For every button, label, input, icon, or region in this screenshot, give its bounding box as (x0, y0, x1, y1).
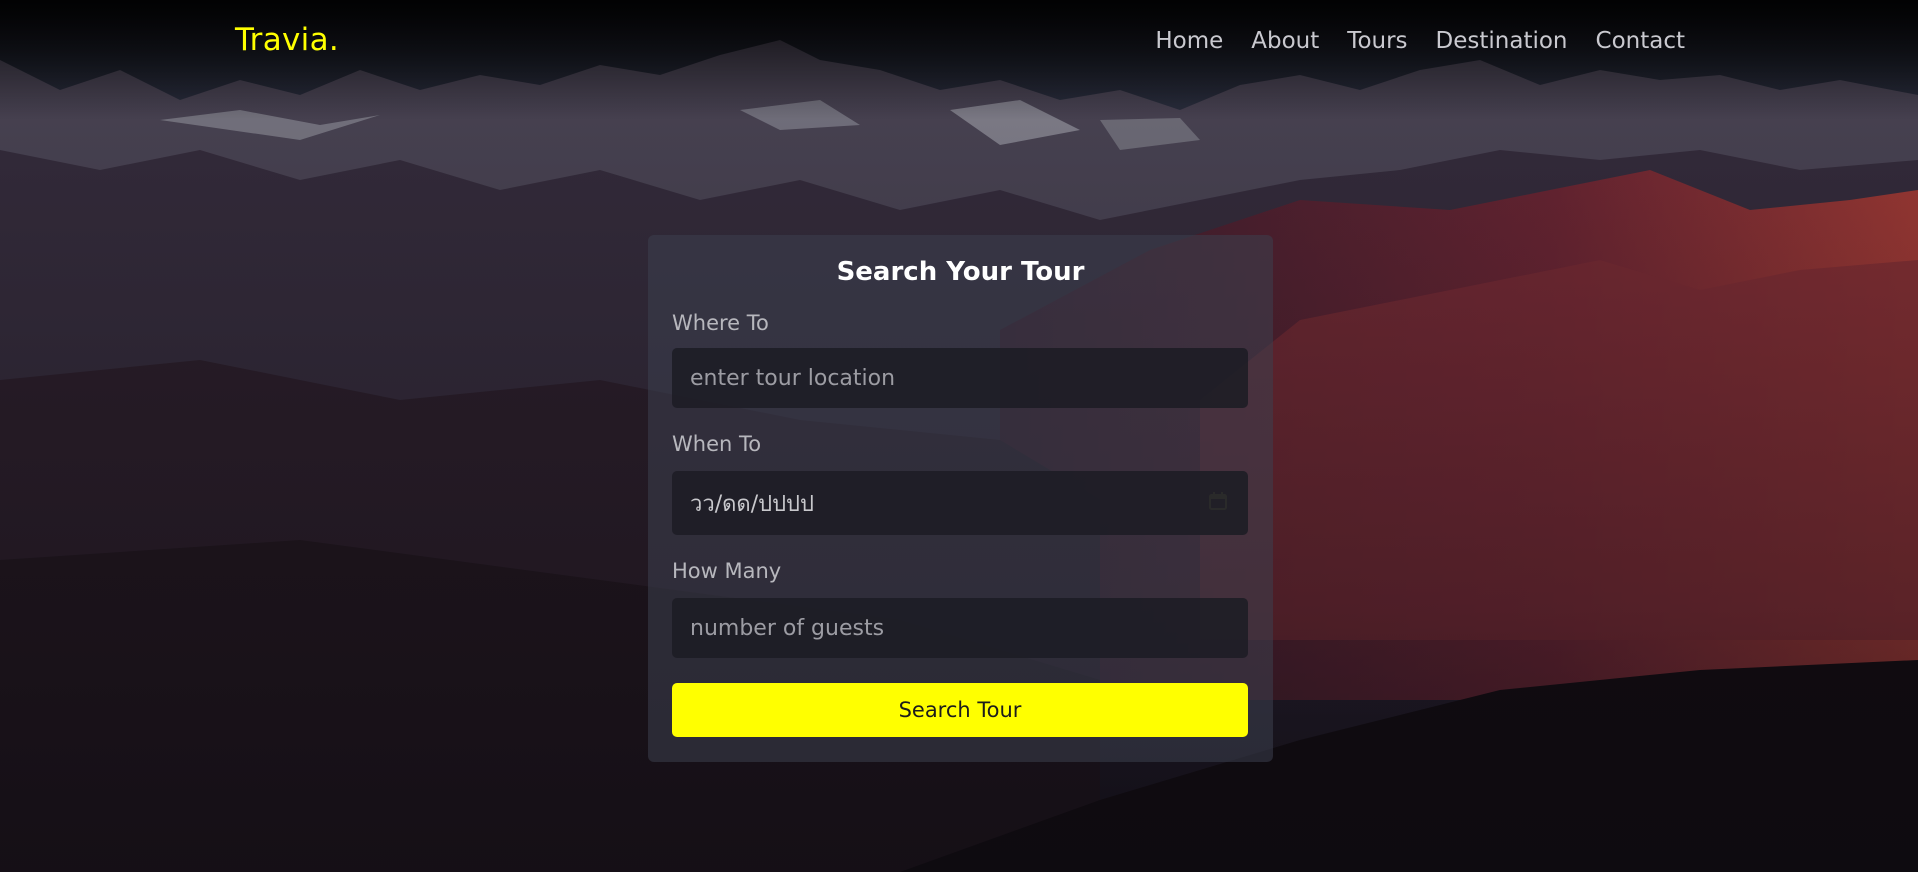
how-many-label: How Many (672, 559, 782, 583)
brand-logo[interactable]: Travia. (235, 22, 339, 58)
when-to-label: When To (672, 432, 762, 456)
calendar-icon[interactable] (1208, 491, 1228, 511)
guests-input[interactable]: number of guests (672, 598, 1248, 658)
where-to-placeholder: enter tour location (690, 365, 896, 391)
hero-section: Travia. Home About Tours Destination Con… (0, 0, 1918, 872)
nav-link-home[interactable]: Home (1155, 28, 1223, 54)
navbar: Travia. Home About Tours Destination Con… (0, 0, 1918, 86)
nav-link-destination[interactable]: Destination (1436, 28, 1568, 54)
when-to-date-placeholder: วว/ดด/ปปปป (690, 491, 814, 517)
where-to-label: Where To (672, 311, 769, 335)
nav-link-contact[interactable]: Contact (1596, 28, 1685, 54)
when-to-date-input[interactable]: วว/ดด/ปปปป (672, 471, 1248, 535)
guests-placeholder: number of guests (690, 615, 885, 641)
form-title: Search Your Tour (836, 257, 1085, 287)
nav-link-about[interactable]: About (1251, 28, 1319, 54)
main-nav: Home About Tours Destination Contact (1155, 28, 1685, 54)
tour-search-form: Search Your Tour Where To enter tour loc… (648, 235, 1273, 762)
where-to-input[interactable]: enter tour location (672, 348, 1248, 408)
nav-link-tours[interactable]: Tours (1347, 28, 1407, 54)
search-tour-button[interactable]: Search Tour (672, 683, 1248, 737)
